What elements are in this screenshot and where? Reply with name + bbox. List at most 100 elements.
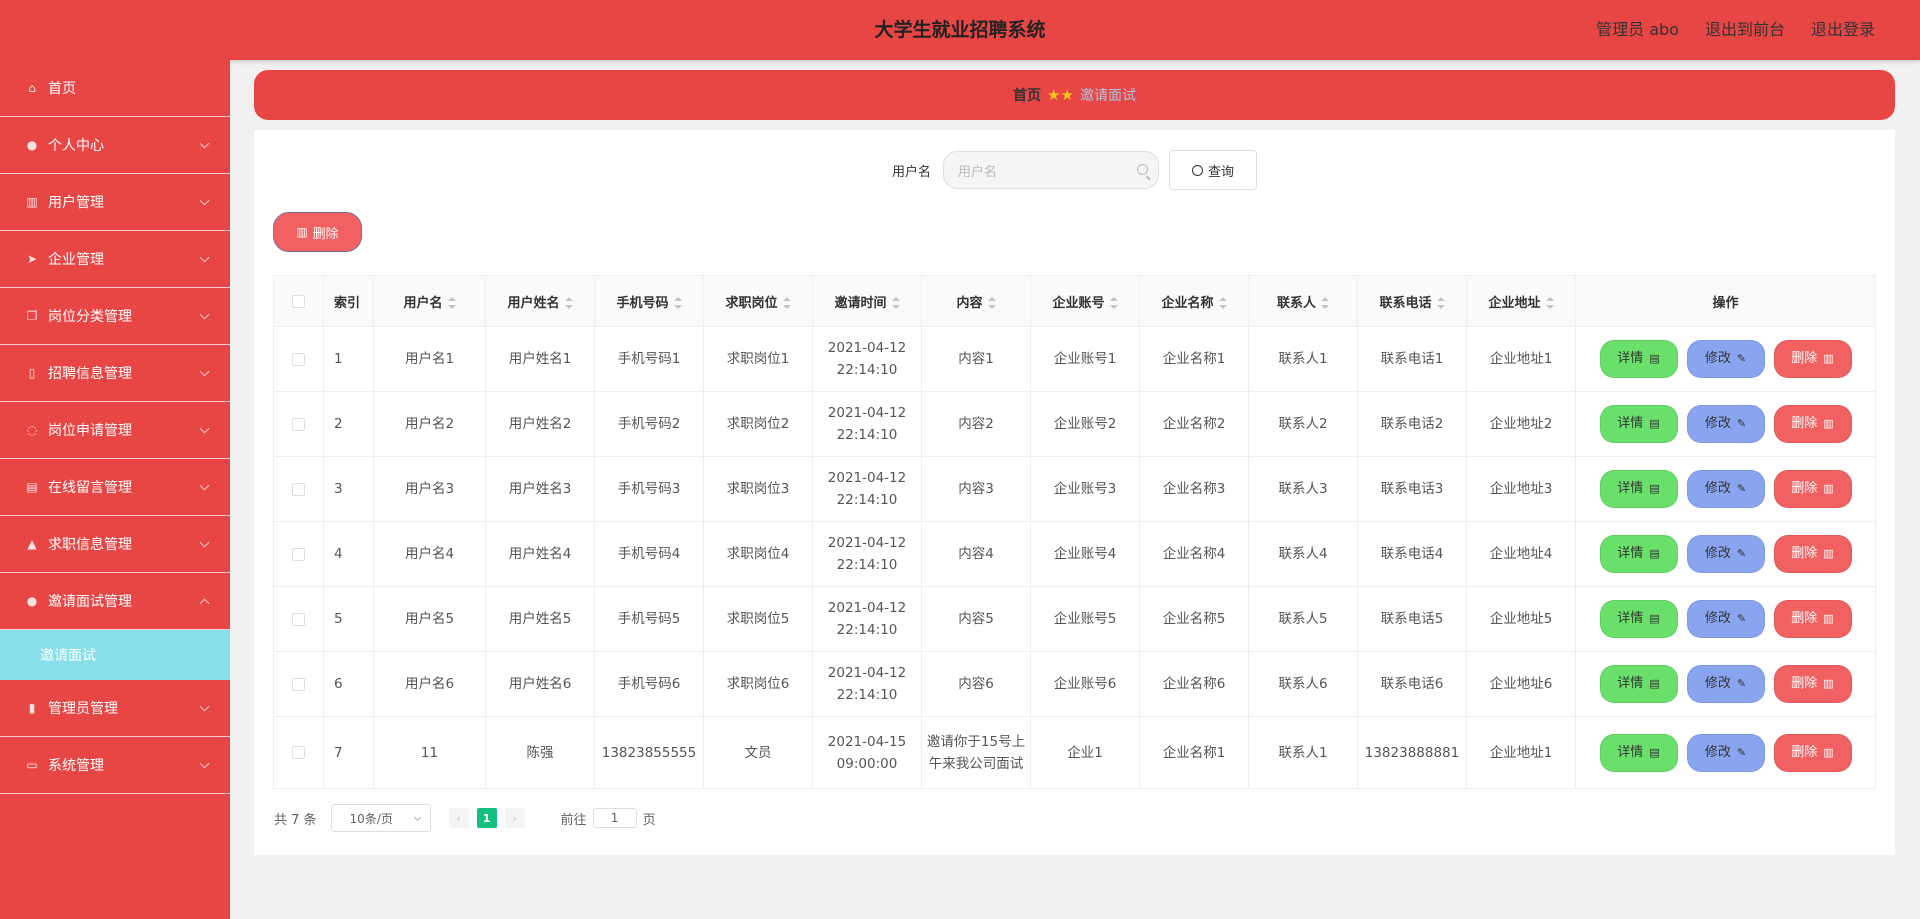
edit-button[interactable]: 修改 ✎ xyxy=(1686,470,1765,508)
pencil-icon: ✎ xyxy=(1736,352,1747,365)
sort-icon[interactable] xyxy=(1218,297,1227,309)
column-header[interactable]: 企业名称 xyxy=(1139,275,1249,327)
breadcrumb-current: 邀请面试 xyxy=(1079,88,1136,104)
sidebar-item-profile[interactable]: ● 个人中心 xyxy=(0,117,230,174)
detail-button-label: 详情 xyxy=(1617,744,1644,760)
breadcrumb-home[interactable]: 首页 xyxy=(1013,85,1041,105)
sort-icon[interactable] xyxy=(447,297,456,309)
detail-button[interactable]: 详情 ▤ xyxy=(1599,340,1678,378)
sidebar-item-application[interactable]: ◌ 岗位申请管理 xyxy=(0,402,230,459)
detail-button[interactable]: 详情 ▤ xyxy=(1599,470,1678,508)
star-icon: ★★ xyxy=(1047,86,1074,104)
delete-button-label: 删除 xyxy=(1791,611,1818,626)
sidebar-item-interview[interactable]: ● 邀请面试管理 xyxy=(0,573,230,630)
query-button[interactable]: 查询 xyxy=(1169,150,1257,190)
prev-page-button[interactable]: ‹ xyxy=(448,808,469,828)
column-header[interactable]: 联系电话 xyxy=(1357,275,1467,327)
table-cell: 2021-04-15 09:00:00 xyxy=(812,716,922,789)
front-link[interactable]: 退出到前台 xyxy=(1705,0,1785,60)
sidebar-item-job-seeking[interactable]: ▲ 求职信息管理 xyxy=(0,516,230,573)
batch-delete-button[interactable]: ▥ 删除 xyxy=(273,212,362,252)
edit-button[interactable]: 修改 ✎ xyxy=(1686,405,1765,443)
search-input[interactable]: 用户名 xyxy=(943,151,1159,189)
search-label: 用户名 xyxy=(891,164,931,180)
sidebar-item-label: 岗位申请管理 xyxy=(48,423,132,439)
table-cell: 用户姓名1 xyxy=(485,326,595,392)
delete-button[interactable]: 删除 ▥ xyxy=(1773,470,1852,508)
sidebar-item-company[interactable]: ➤ 企业管理 xyxy=(0,231,230,288)
sidebar-item-users[interactable]: ▥ 用户管理 xyxy=(0,174,230,231)
sort-icon[interactable] xyxy=(891,297,900,309)
sidebar-item-job-category[interactable]: ❐ 岗位分类管理 xyxy=(0,288,230,345)
sidebar-item-recruitment[interactable]: ▯ 招聘信息管理 xyxy=(0,345,230,402)
detail-button-label: 详情 xyxy=(1617,546,1644,561)
edit-button[interactable]: 修改 ✎ xyxy=(1686,535,1765,573)
edit-button-label: 修改 xyxy=(1704,351,1731,366)
row-checkbox[interactable] xyxy=(292,352,305,366)
top-bar: 大学生就业招聘系统 管理员 abo 退出到前台 退出登录 xyxy=(0,0,1920,60)
table-cell: 联系电话6 xyxy=(1357,651,1467,717)
column-header[interactable]: 企业账号 xyxy=(1030,275,1140,327)
column-header[interactable]: 用户名 xyxy=(373,275,486,327)
row-checkbox[interactable] xyxy=(292,417,305,431)
logout-link[interactable]: 退出登录 xyxy=(1811,0,1875,60)
delete-button[interactable]: 删除 ▥ xyxy=(1773,600,1852,638)
goto-page-input[interactable]: 1 xyxy=(592,808,637,828)
table-cell: 2021-04-12 22:14:10 xyxy=(812,391,922,457)
admin-label[interactable]: 管理员 abo xyxy=(1596,0,1679,60)
row-checkbox[interactable] xyxy=(292,547,305,561)
sort-icon[interactable] xyxy=(1321,297,1329,309)
page-number-button[interactable]: 1 xyxy=(476,808,497,828)
table-cell: 内容3 xyxy=(921,456,1031,522)
edit-button[interactable]: 修改 ✎ xyxy=(1686,733,1765,772)
detail-button[interactable]: 详情 ▤ xyxy=(1599,535,1678,573)
sort-icon[interactable] xyxy=(673,297,682,309)
next-page-button[interactable]: › xyxy=(504,808,525,828)
delete-button[interactable]: 删除 ▥ xyxy=(1773,665,1852,703)
column-header[interactable]: 邀请时间 xyxy=(812,275,922,327)
chevron-down-icon xyxy=(199,701,210,712)
table-cell: 企业地址3 xyxy=(1466,456,1576,522)
column-header[interactable]: 联系人 xyxy=(1248,275,1358,327)
select-all-checkbox[interactable] xyxy=(292,294,305,308)
delete-button[interactable]: 删除 ▥ xyxy=(1773,405,1852,443)
sidebar-item-system[interactable]: ▭ 系统管理 xyxy=(0,737,230,794)
sidebar-item-home[interactable]: ⌂ 首页 xyxy=(0,60,230,117)
column-header[interactable]: 内容 xyxy=(921,275,1031,327)
edit-button[interactable]: 修改 ✎ xyxy=(1686,665,1765,703)
column-header: 操作 xyxy=(1575,275,1876,327)
column-header[interactable]: 求职岗位 xyxy=(703,275,813,327)
column-header[interactable]: 手机号码 xyxy=(594,275,704,327)
sort-icon[interactable] xyxy=(1436,297,1445,309)
delete-button[interactable]: 删除 ▥ xyxy=(1773,340,1852,378)
edit-button[interactable]: 修改 ✎ xyxy=(1686,600,1765,638)
column-header[interactable]: 企业地址 xyxy=(1466,275,1576,327)
detail-button[interactable]: 详情 ▤ xyxy=(1599,733,1678,772)
row-checkbox[interactable] xyxy=(292,677,305,691)
delete-button[interactable]: 删除 ▥ xyxy=(1773,535,1852,573)
delete-button-label: 删除 xyxy=(1791,676,1818,691)
column-header[interactable]: 用户姓名 xyxy=(485,275,595,327)
detail-button[interactable]: 详情 ▤ xyxy=(1599,405,1678,443)
delete-button[interactable]: 删除 ▥ xyxy=(1773,733,1852,772)
detail-button[interactable]: 详情 ▤ xyxy=(1599,600,1678,638)
row-checkbox[interactable] xyxy=(292,612,305,626)
column-header-label: 企业名称 xyxy=(1161,295,1214,311)
chevron-down-icon xyxy=(199,366,210,377)
detail-button[interactable]: 详情 ▤ xyxy=(1599,665,1678,703)
sidebar-item-messages[interactable]: ▤ 在线留言管理 xyxy=(0,459,230,516)
sort-icon[interactable] xyxy=(564,297,573,309)
chevron-down-icon xyxy=(199,758,210,769)
sidebar-subitem-interview[interactable]: 邀请面试 xyxy=(0,630,230,680)
sort-icon[interactable] xyxy=(782,297,791,309)
table-cell: 求职岗位6 xyxy=(703,651,813,717)
row-checkbox[interactable] xyxy=(292,746,305,759)
sort-icon[interactable] xyxy=(987,297,996,309)
sidebar-item-admins[interactable]: ▮ 管理员管理 xyxy=(0,680,230,737)
edit-button[interactable]: 修改 ✎ xyxy=(1686,340,1765,378)
sort-icon[interactable] xyxy=(1109,297,1118,309)
sort-icon[interactable] xyxy=(1545,297,1554,309)
row-checkbox[interactable] xyxy=(292,482,305,496)
pagination: 共 7 条 10条/页 ‹ 1 › 前往 1 页 xyxy=(274,804,656,832)
page-size-select[interactable]: 10条/页 xyxy=(330,804,431,832)
